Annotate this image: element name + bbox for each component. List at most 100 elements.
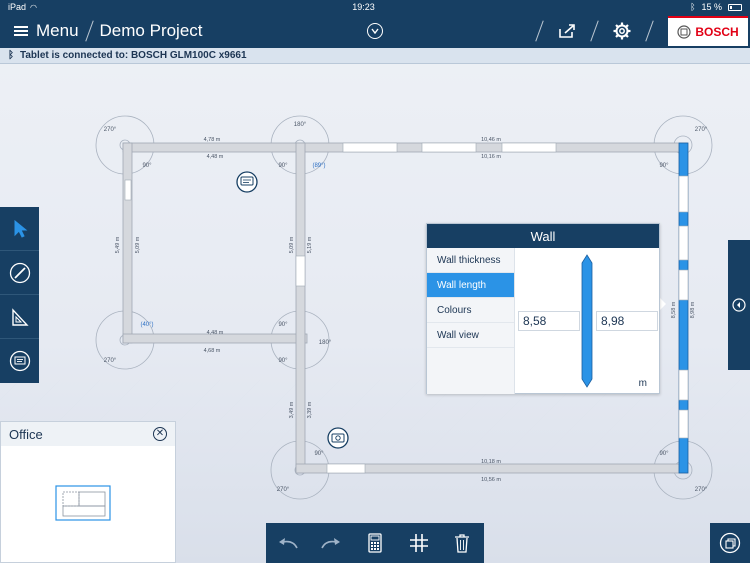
angle-label: 180° (319, 340, 332, 346)
panel-title: Wall (427, 224, 659, 248)
redo-button[interactable] (313, 525, 349, 561)
angle-label: 270° (277, 487, 290, 493)
dim-label: 8,58 m (671, 301, 677, 318)
wifi-icon: ◠ (30, 2, 37, 12)
battery-icon (727, 3, 742, 11)
close-icon: ✕ (155, 428, 165, 439)
gear-icon (613, 22, 631, 40)
camera-marker[interactable] (327, 427, 349, 449)
select-tool-button[interactable] (0, 207, 39, 251)
dim-label: 4,48 m (207, 330, 224, 336)
room-name: Office (9, 426, 43, 442)
brand-name: BOSCH (695, 25, 739, 39)
angle-label: (40°) (140, 322, 153, 328)
project-title: Demo Project (99, 21, 203, 40)
connection-text: Tablet is connected to: BOSCH GLM100C x9… (20, 50, 247, 61)
outer-length-input[interactable]: 8,98 (596, 311, 658, 331)
nav-separator (645, 20, 654, 42)
grid-icon (409, 534, 428, 552)
bluetooth-icon: ᛒ (8, 50, 14, 61)
angle-label: 90° (142, 163, 152, 169)
dim-label: 3,49 m (289, 401, 295, 418)
dim-label: 10,18 m (481, 459, 501, 465)
measure-tool-button[interactable] (0, 295, 39, 339)
copy-icon (719, 532, 741, 554)
draw-wall-button[interactable] (0, 251, 39, 295)
chevron-down-icon (371, 28, 379, 34)
export-icon (559, 24, 575, 38)
battery-percent: 15 % (701, 2, 722, 12)
angle-label: 270° (104, 127, 117, 133)
bluetooth-icon: ᛒ (690, 2, 696, 12)
dim-label: 10,46 m (481, 137, 501, 143)
close-button[interactable]: ✕ (153, 427, 167, 441)
wall-options-list: Wall thickness Wall length Colours Wall … (427, 248, 515, 394)
angle-label: 90° (278, 163, 288, 169)
dim-label: 10,56 m (481, 477, 501, 483)
angle-label: 180° (294, 122, 307, 128)
wall-length-graphic (581, 254, 593, 388)
room-thumbnail[interactable] (1, 446, 175, 562)
nav-separator (535, 20, 544, 42)
option-colours[interactable]: Colours (427, 298, 514, 323)
dim-label: 4,68 m (204, 348, 221, 354)
trash-icon (455, 534, 470, 553)
dim-label: 5,09 m (289, 236, 295, 253)
pointer-icon (14, 219, 27, 238)
project-dropdown-button[interactable] (367, 23, 383, 39)
nav-separator (590, 20, 599, 42)
add-note-button[interactable] (0, 339, 39, 383)
layers-button[interactable] (710, 523, 750, 563)
unit-label: m (638, 378, 647, 389)
room-preview-panel: Office ✕ (0, 421, 176, 563)
undo-icon (278, 538, 298, 549)
dim-label: 4,48 m (207, 154, 224, 160)
pencil-icon (9, 262, 30, 283)
dim-label: 10,16 m (481, 154, 501, 160)
undo-button[interactable] (270, 525, 306, 561)
nav-bar: Menu Demo Project (0, 14, 750, 48)
dim-label: 8,98 m (690, 301, 696, 318)
delete-button[interactable] (444, 525, 480, 561)
option-wall-view[interactable]: Wall view (427, 323, 514, 348)
clock: 19:23 (352, 2, 375, 12)
calculator-button[interactable] (357, 525, 393, 561)
angle-label: 90° (278, 322, 288, 328)
bottom-toolbar (266, 523, 484, 563)
dim-label: 5,49 m (115, 236, 121, 253)
connection-bar: ᛒ Tablet is connected to: BOSCH GLM100C … (0, 48, 750, 64)
angle-label: 90° (278, 358, 288, 364)
bosch-armature-icon (677, 25, 691, 39)
grid-toggle-button[interactable] (401, 525, 437, 561)
angle-label: 270° (695, 487, 708, 493)
angle-label: 90° (314, 451, 324, 457)
option-wall-thickness[interactable]: Wall thickness (427, 248, 514, 273)
comment-icon (9, 350, 30, 372)
hamburger-icon (14, 26, 28, 36)
dim-label: 3,39 m (307, 401, 313, 418)
angle-label: 90° (659, 451, 669, 457)
angle-label: 270° (695, 127, 708, 133)
angle-label: (89°) (312, 163, 325, 169)
menu-button[interactable]: Menu (14, 21, 79, 41)
calculator-icon (368, 533, 382, 553)
dim-label: 4,78 m (204, 137, 221, 143)
option-wall-length[interactable]: Wall length (427, 273, 514, 298)
side-panel-toggle[interactable] (728, 240, 750, 370)
dim-label: 5,19 m (307, 236, 313, 253)
inner-length-input[interactable]: 8,58 (518, 311, 580, 331)
chevron-left-icon (732, 298, 746, 312)
angle-label: 270° (104, 358, 117, 364)
settings-button[interactable] (605, 14, 639, 48)
measure-icon (11, 307, 29, 326)
export-button[interactable] (550, 14, 584, 48)
comment-marker[interactable] (236, 171, 258, 193)
bosch-logo: BOSCH (668, 16, 748, 46)
menu-label: Menu (36, 21, 79, 40)
breadcrumb-separator (84, 20, 94, 42)
left-toolbar (0, 207, 39, 383)
angle-label: 90° (659, 163, 669, 169)
wall-properties-panel: Wall Wall thickness Wall length Colours … (426, 223, 660, 394)
status-bar: iPad ◠ 19:23 ᛒ 15 % (0, 0, 750, 14)
dim-label: 5,09 m (135, 236, 141, 253)
